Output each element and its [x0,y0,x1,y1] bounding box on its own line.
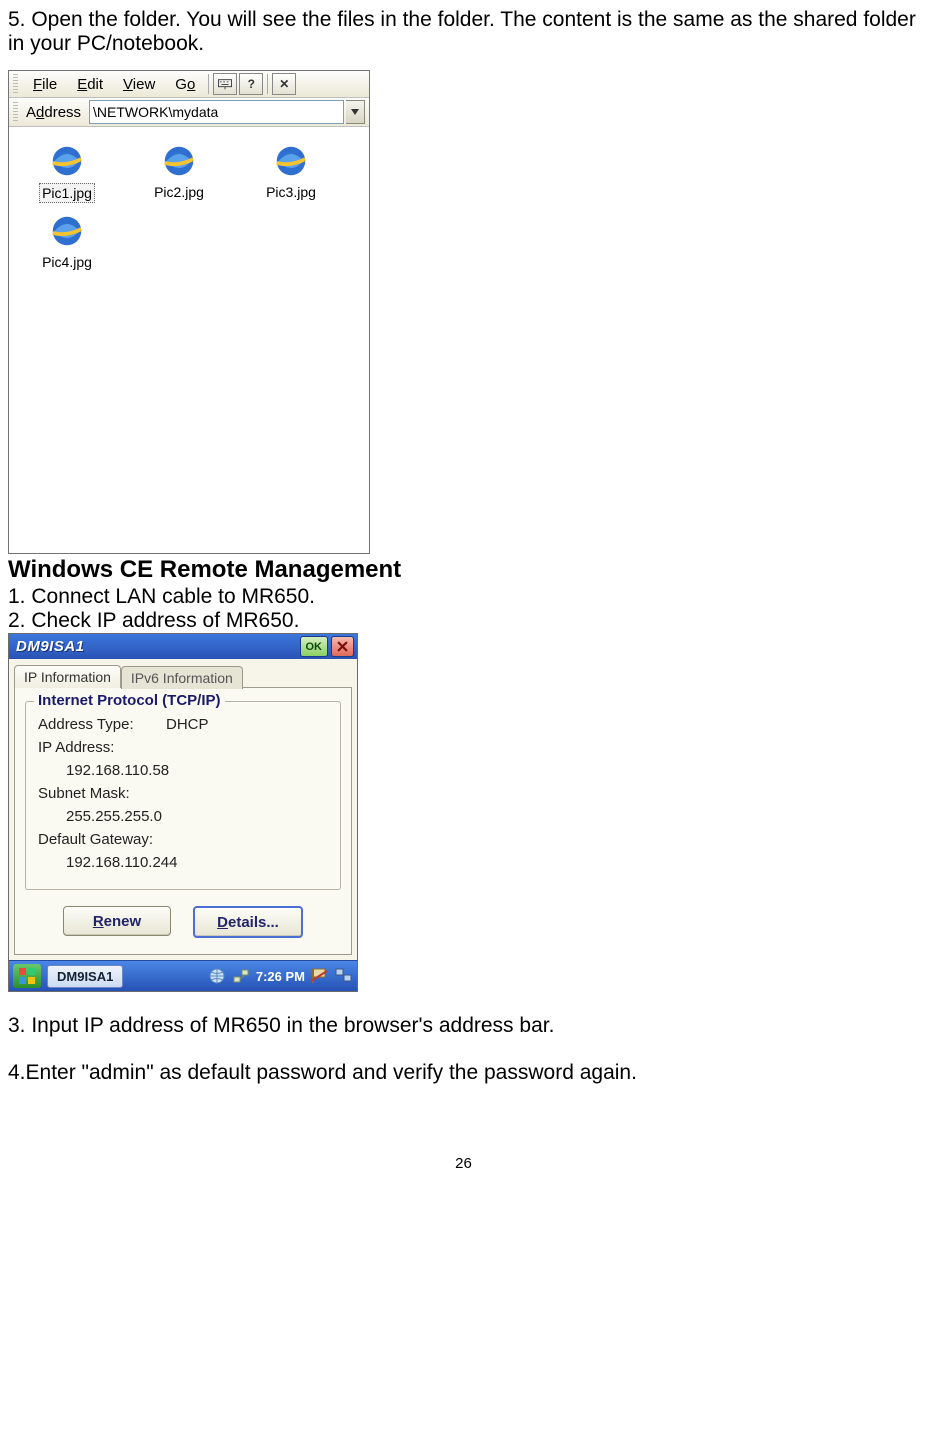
ok-button[interactable]: OK [300,636,329,657]
menu-edit[interactable]: Edit [68,74,112,95]
ie-icon [48,212,86,250]
taskbar-clock[interactable]: 7:26 PM [256,969,305,984]
file-label: Pic2.jpg [152,183,206,201]
ip-info-screenshot: DM9ISA1 OK IP Information IPv6 Informati… [8,633,358,992]
row-ip-address-value: 192.168.110.58 [38,762,330,779]
close-icon [337,641,348,652]
section-heading: Windows CE Remote Management [8,556,919,585]
network-icon[interactable] [208,967,226,985]
value: 255.255.255.0 [66,808,162,825]
intro-paragraph: 5. Open the folder. You will see the fil… [8,8,919,56]
file-item[interactable]: Pic3.jpg [237,139,345,203]
row-ip-address-label: IP Address: [38,739,330,756]
step-1: 1. Connect LAN cable to MR650. [8,585,919,609]
file-label: Pic1.jpg [39,183,95,203]
tab-ip-information[interactable]: IP Information [14,665,121,688]
label: IP Address: [38,739,166,756]
details-button[interactable]: Details... [193,906,303,938]
close-button[interactable]: ✕ [272,73,296,95]
row-subnet-value: 255.255.255.0 [38,808,330,825]
address-label: Address [24,104,87,121]
row-address-type: Address Type: DHCP [38,716,330,733]
file-item[interactable]: Pic1.jpg [13,139,121,203]
file-item[interactable]: Pic2.jpg [125,139,233,203]
step-2: 2. Check IP address of MR650. [8,609,919,633]
group-title: Internet Protocol (TCP/IP) [34,692,225,709]
address-bar: Address \NETWORK\mydata [9,98,369,127]
value: 192.168.110.244 [66,854,178,871]
label: Default Gateway: [38,831,166,848]
ie-icon [272,142,310,180]
tab-row: IP Information IPv6 Information [9,659,357,687]
system-tray: 7:26 PM [208,967,353,985]
menu-view[interactable]: View [114,74,164,95]
tab-panel: Internet Protocol (TCP/IP) Address Type:… [14,687,352,955]
ie-icon [48,142,86,180]
toolbar-grip-icon [13,102,18,122]
keyboard-button[interactable] [213,73,237,95]
connection-icon[interactable] [232,967,250,985]
file-area[interactable]: Pic1.jpg Pic2.jpg Pic3.jpg [9,127,369,553]
tcp-ip-group: Internet Protocol (TCP/IP) Address Type:… [25,701,341,890]
file-label: Pic4.jpg [40,253,94,271]
tray-flag-icon[interactable] [311,967,329,985]
label: Subnet Mask: [38,785,166,802]
step-4: 4.Enter "admin" as default password and … [8,1061,919,1085]
help-button[interactable]: ? [239,73,263,95]
renew-button[interactable]: Renew [63,906,171,936]
menu-file[interactable]: File [24,74,66,95]
step-3: 3. Input IP address of MR650 in the brow… [8,1014,919,1038]
tab-ipv6-information[interactable]: IPv6 Information [121,666,243,689]
address-input[interactable]: \NETWORK\mydata [89,100,344,124]
file-item[interactable]: Pic4.jpg [13,209,121,271]
toolbar-grip-icon [13,74,18,94]
toolbar-separator [208,74,209,94]
label: Address Type: [38,716,166,733]
menu-bar: File Edit View Go ? ✕ [9,71,369,98]
value: DHCP [166,716,209,733]
close-button[interactable] [331,636,354,657]
value: 192.168.110.58 [66,762,169,779]
row-gateway-label: Default Gateway: [38,831,330,848]
windows-flag-icon [18,967,36,985]
ie-icon [160,142,198,180]
row-gateway-value: 192.168.110.244 [38,854,330,871]
window-titlebar: DM9ISA1 OK [9,634,357,659]
page-number: 26 [8,1155,919,1172]
menu-go[interactable]: Go [166,74,204,95]
keyboard-icon [218,79,232,90]
start-button[interactable] [13,964,41,988]
button-row: Renew Details... [25,906,341,938]
window-title: DM9ISA1 [16,638,297,655]
address-dropdown-button[interactable] [346,100,365,124]
toolbar-separator [267,74,268,94]
row-subnet-label: Subnet Mask: [38,785,330,802]
desktop-icon[interactable] [335,967,353,985]
chevron-down-icon [351,109,359,115]
file-explorer-screenshot: File Edit View Go ? ✕ Address \NETWORK\m… [8,70,370,554]
taskbar: DM9ISA1 7:26 PM [9,960,357,991]
taskbar-app-button[interactable]: DM9ISA1 [47,965,123,988]
file-label: Pic3.jpg [264,183,318,201]
